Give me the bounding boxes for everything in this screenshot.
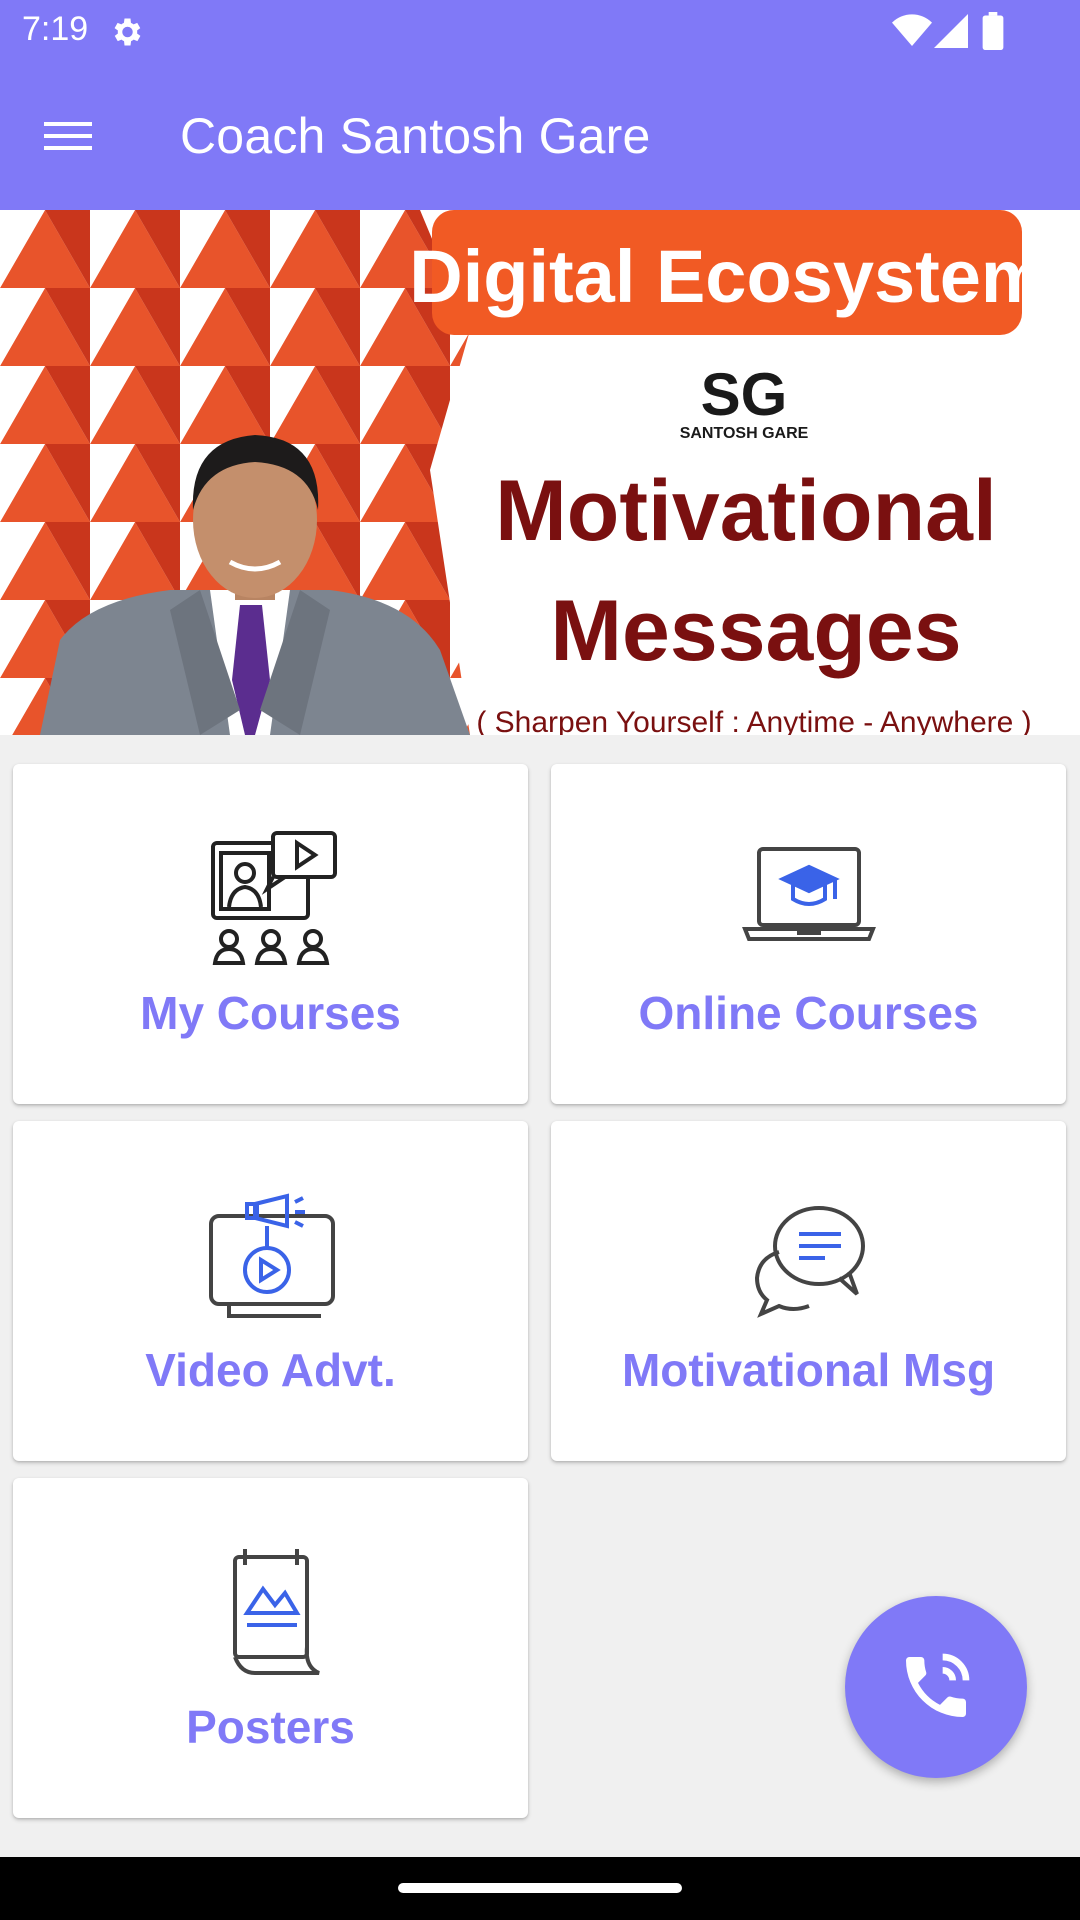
card-online-courses[interactable]: Online Courses [551,764,1066,1104]
app-bar: Coach Santosh Gare [0,63,1080,210]
banner-title-line2: Messages [550,583,961,679]
banner-headline: Digital Ecosystem [409,235,1046,318]
app-title: Coach Santosh Gare [180,108,651,164]
status-time: 7:19 [22,10,89,48]
video-class-icon [210,831,337,965]
laptop-graduation-icon [741,847,876,941]
promo-banner: Digital Ecosystem SG SANTOSH GARE Motiva… [0,210,1080,735]
card-label-online-courses: Online Courses [638,987,979,1039]
call-fab-button[interactable] [845,1596,1027,1778]
hamburger-menu-icon[interactable] [44,116,92,156]
poster-icon [232,1549,320,1675]
banner-title-line1: Motivational [495,463,997,559]
status-bar: 7:19 [0,0,1080,63]
home-gesture-pill[interactable] [398,1883,682,1893]
card-label-posters: Posters [186,1701,355,1753]
signal-icon [934,14,968,48]
card-my-courses[interactable]: My Courses [13,764,528,1104]
banner-artwork: Digital Ecosystem SG SANTOSH GARE Motiva… [0,210,1080,735]
card-motivational-msg[interactable]: Motivational Msg [551,1121,1066,1461]
banner-tagline: ( Sharpen Yourself : Anytime - Anywhere … [476,706,1031,735]
card-label-video-advt: Video Advt. [145,1344,396,1396]
card-posters[interactable]: Posters [13,1478,528,1818]
video-megaphone-icon [208,1193,335,1318]
banner-logo: SG [701,361,788,428]
card-label-my-courses: My Courses [140,987,401,1039]
system-nav-bar [0,1857,1080,1920]
phone-call-icon [906,1653,970,1717]
battery-icon [982,12,1004,50]
card-label-motivational-msg: Motivational Msg [621,1344,996,1396]
wifi-icon [892,14,932,46]
chat-bubbles-icon [754,1206,865,1318]
banner-logo-subtext: SANTOSH GARE [680,425,809,442]
card-video-advt[interactable]: Video Advt. [13,1121,528,1461]
gear-icon [114,18,141,46]
